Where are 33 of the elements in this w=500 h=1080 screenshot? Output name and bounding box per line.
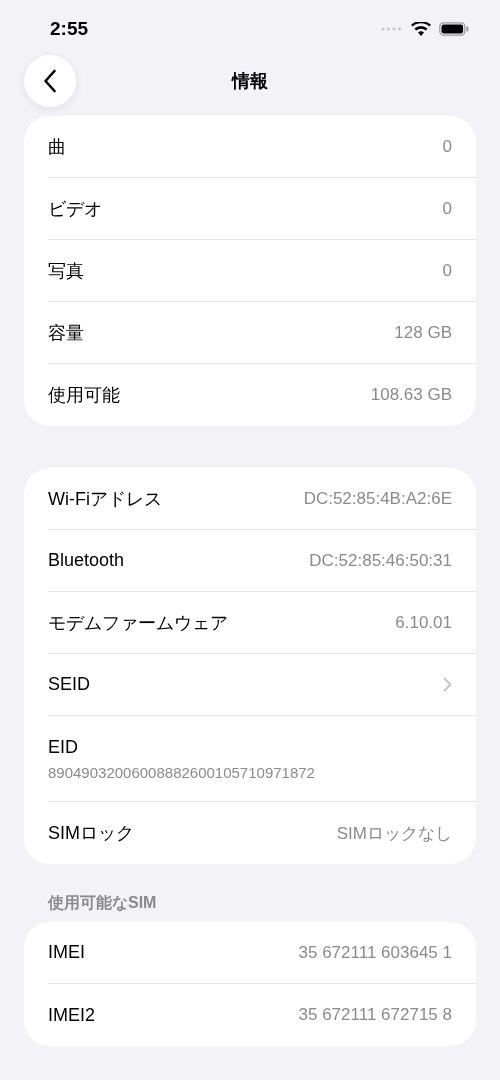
row-label: 写真 [48,259,84,283]
row-value: 128 GB [394,322,452,343]
row-value: 35 672111 672715 8 [298,1005,452,1025]
row-label: ビデオ [48,197,102,221]
row-label: IMEI2 [48,1004,95,1026]
row-label: 曲 [48,135,66,159]
row-value: 0 [442,198,452,219]
row-label: モデムファームウェア [48,611,228,635]
nav-title: 情報 [232,70,268,93]
row-value: 0 [442,260,452,281]
back-button[interactable] [24,55,76,107]
row-label: Bluetooth [48,550,125,571]
status-time: 2:55 [50,18,89,40]
row-value: 89049032006008882600105710971872 [48,763,315,781]
row-label: SIMロック [48,822,134,845]
row-value: 0 [442,136,452,157]
row-value: 6.10.01 [395,612,452,633]
row-value: 35 672111 603645 1 [298,942,452,963]
section-header: 使用可能なSIM [46,893,158,914]
row-value: DC:52:85:46:50:31 [309,550,452,571]
row-label: Wi-Fiアドレス [48,487,162,511]
row-label: 容量 [48,321,84,345]
row-label: SEID [48,674,90,695]
row-label: 使用可能 [48,384,120,407]
chevron-left-icon [43,69,57,93]
wifi-icon [411,21,431,37]
battery-icon [439,22,469,36]
row-label: IMEI [48,942,85,963]
row-value: DC:52:85:4B:A2:6E [303,488,452,509]
row-label: EID [48,736,78,758]
row-value: SIMロックなし [336,822,452,845]
signal-icon [381,27,403,31]
row-value: 108.63 GB [370,385,452,405]
